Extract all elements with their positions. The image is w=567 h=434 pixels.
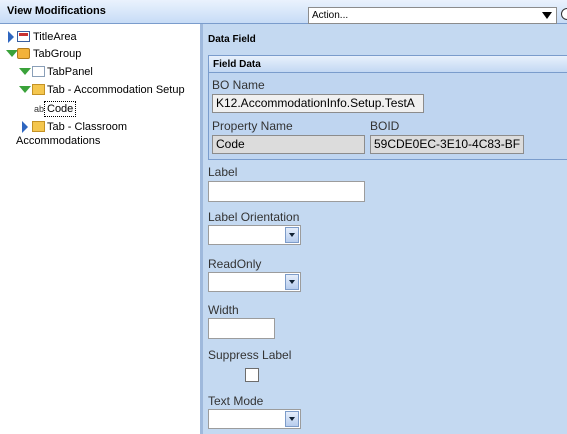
tree-panel: TitleArea TabGroup TabPanel Tab - Accomm… — [0, 24, 203, 434]
field-data-box: BO Name K12.AccommodationInfo.Setup.Test… — [208, 73, 567, 160]
folder-icon — [32, 84, 45, 95]
boid-field[interactable]: 59CDE0EC-3E10-4C83-BF — [370, 135, 524, 154]
field-data-header: Field Data — [208, 55, 567, 73]
expand-arrow-icon[interactable] — [8, 31, 14, 43]
field-data-title: Field Data — [213, 59, 261, 70]
chevron-down-icon[interactable] — [285, 411, 299, 427]
chevron-down-icon[interactable] — [285, 227, 299, 243]
folder-icon — [32, 121, 45, 132]
text-mode-select[interactable] — [208, 409, 301, 429]
action-select-value: Action... — [312, 10, 349, 21]
action-select[interactable]: Action... — [308, 7, 557, 24]
suppress-label-label: Suppress Label — [208, 348, 292, 362]
tree-node-label: TitleArea — [33, 31, 77, 43]
property-name-field[interactable]: Code — [212, 135, 365, 154]
bo-name-field[interactable]: K12.AccommodationInfo.Setup.TestA — [212, 94, 424, 113]
tree-node-label-wrap: Accommodations — [16, 135, 101, 147]
label-orientation-label: Label Orientation — [208, 210, 300, 224]
tree-node-label: TabGroup — [33, 48, 82, 60]
section-title: Data Field — [208, 34, 256, 45]
bo-name-label: BO Name — [212, 78, 265, 92]
chevron-down-icon[interactable] — [285, 274, 299, 290]
chevron-down-icon — [542, 12, 552, 19]
tree-node-label: Tab - Accommodation Setup — [47, 84, 185, 96]
suppress-label-checkbox[interactable] — [245, 368, 259, 382]
help-icon[interactable] — [561, 8, 567, 20]
readonly-select[interactable] — [208, 272, 301, 292]
readonly-label: ReadOnly — [208, 257, 262, 271]
panel-icon — [32, 66, 45, 77]
tree-node-label: TabPanel — [47, 66, 93, 78]
label-orientation-select[interactable] — [208, 225, 301, 245]
title-bar: View Modifications Action... — [0, 0, 567, 24]
window-title: View Modifications — [7, 5, 106, 17]
label-input[interactable] — [208, 181, 365, 202]
tree-node-label-selected: Code — [44, 101, 77, 117]
text-mode-label: Text Mode — [208, 394, 264, 408]
tab-group-icon — [17, 48, 30, 59]
collapse-arrow-icon[interactable] — [19, 86, 31, 93]
title-area-icon — [17, 31, 30, 42]
properties-panel: Data Field Field Data BO Name K12.Accomm… — [203, 24, 567, 434]
boid-label: BOID — [370, 119, 400, 133]
width-input[interactable] — [208, 318, 275, 339]
width-label: Width — [208, 303, 239, 317]
textbox-icon: ab — [34, 104, 45, 114]
collapse-arrow-icon[interactable] — [19, 68, 31, 75]
label-label: Label — [208, 165, 238, 179]
property-name-label: Property Name — [212, 119, 293, 133]
expand-arrow-icon[interactable] — [22, 121, 28, 133]
